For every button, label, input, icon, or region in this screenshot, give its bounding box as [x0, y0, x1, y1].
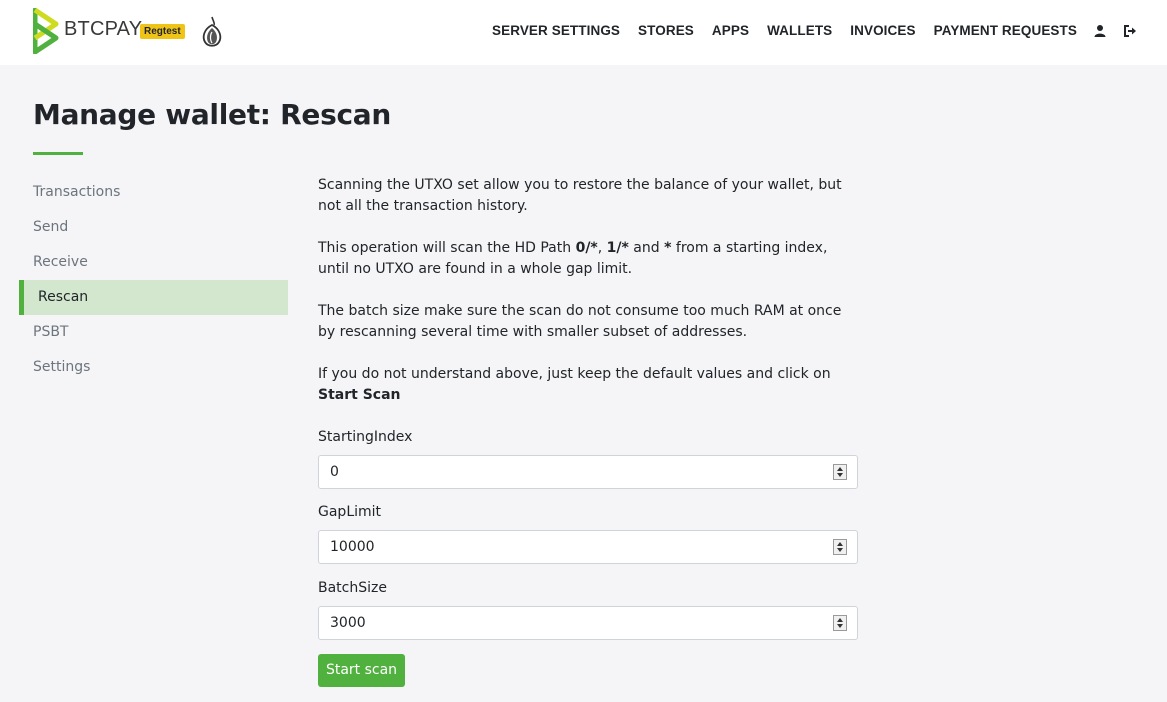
start-scan-button[interactable]: Start scan [318, 654, 405, 687]
sidebar-item-psbt[interactable]: PSBT [19, 315, 288, 350]
hd-path-and: and [628, 240, 665, 256]
gap-limit-value: 10000 [330, 539, 375, 555]
start-scan-emphasis: Start Scan [318, 387, 401, 403]
main-nav: SERVER SETTINGS STORES APPS WALLETS INVO… [474, 23, 1137, 38]
gap-limit-input[interactable]: 10000 [318, 530, 858, 564]
nav-server-settings[interactable]: SERVER SETTINGS [492, 23, 620, 38]
hd-path-text-a: This operation will scan the HD Path [318, 240, 576, 256]
hd-path-sep: , [597, 240, 607, 256]
number-spinner-icon[interactable] [833, 539, 847, 555]
batch-size-input[interactable]: 3000 [318, 606, 858, 640]
network-badge: Regtest [140, 24, 185, 39]
utxo-intro-text: Scanning the UTXO set allow you to resto… [318, 177, 842, 214]
starting-index-input[interactable]: 0 [318, 455, 858, 489]
starting-index-value: 0 [330, 464, 339, 480]
wallet-sidebar: Transactions Send Receive Rescan PSBT Se… [19, 175, 288, 385]
rescan-description: Scanning the UTXO set allow you to resto… [318, 175, 858, 427]
batch-size-text: The batch size make sure the scan do not… [318, 303, 842, 340]
page-title: Manage wallet: Rescan [33, 98, 391, 131]
batch-size-label: BatchSize [318, 580, 387, 596]
nav-wallets[interactable]: WALLETS [767, 23, 832, 38]
nav-stores[interactable]: STORES [638, 23, 694, 38]
nav-apps[interactable]: APPS [712, 23, 749, 38]
default-values-text-a: If you do not understand above, just kee… [318, 366, 831, 382]
sidebar-item-transactions[interactable]: Transactions [19, 175, 288, 210]
hd-path-1: 1/* [606, 240, 629, 256]
number-spinner-icon[interactable] [833, 615, 847, 631]
btcpay-logo-icon [33, 8, 59, 54]
hd-path-0: 0/* [575, 240, 598, 256]
title-underline [33, 152, 83, 155]
top-navbar: BTCPAY Regtest SERVER SETTINGS STORES AP… [0, 0, 1167, 65]
user-icon[interactable] [1093, 24, 1107, 38]
starting-index-label: StartingIndex [318, 429, 413, 445]
gap-limit-label: GapLimit [318, 504, 382, 520]
sidebar-item-send[interactable]: Send [19, 210, 288, 245]
batch-size-value: 3000 [330, 615, 366, 631]
nav-invoices[interactable]: INVOICES [850, 23, 915, 38]
sidebar-item-settings[interactable]: Settings [19, 350, 288, 385]
sidebar-item-receive[interactable]: Receive [19, 245, 288, 280]
hd-path-text: This operation will scan the HD Path 0/*… [318, 238, 858, 280]
sidebar-item-rescan[interactable]: Rescan [19, 280, 288, 315]
logout-icon[interactable] [1123, 24, 1137, 38]
brand-logo[interactable]: BTCPAY Regtest [33, 8, 293, 54]
default-values-text: If you do not understand above, just kee… [318, 364, 858, 406]
nav-payment-requests[interactable]: PAYMENT REQUESTS [934, 23, 1077, 38]
tor-onion-icon [202, 16, 222, 47]
brand-name: BTCPAY [64, 18, 143, 40]
number-spinner-icon[interactable] [833, 464, 847, 480]
